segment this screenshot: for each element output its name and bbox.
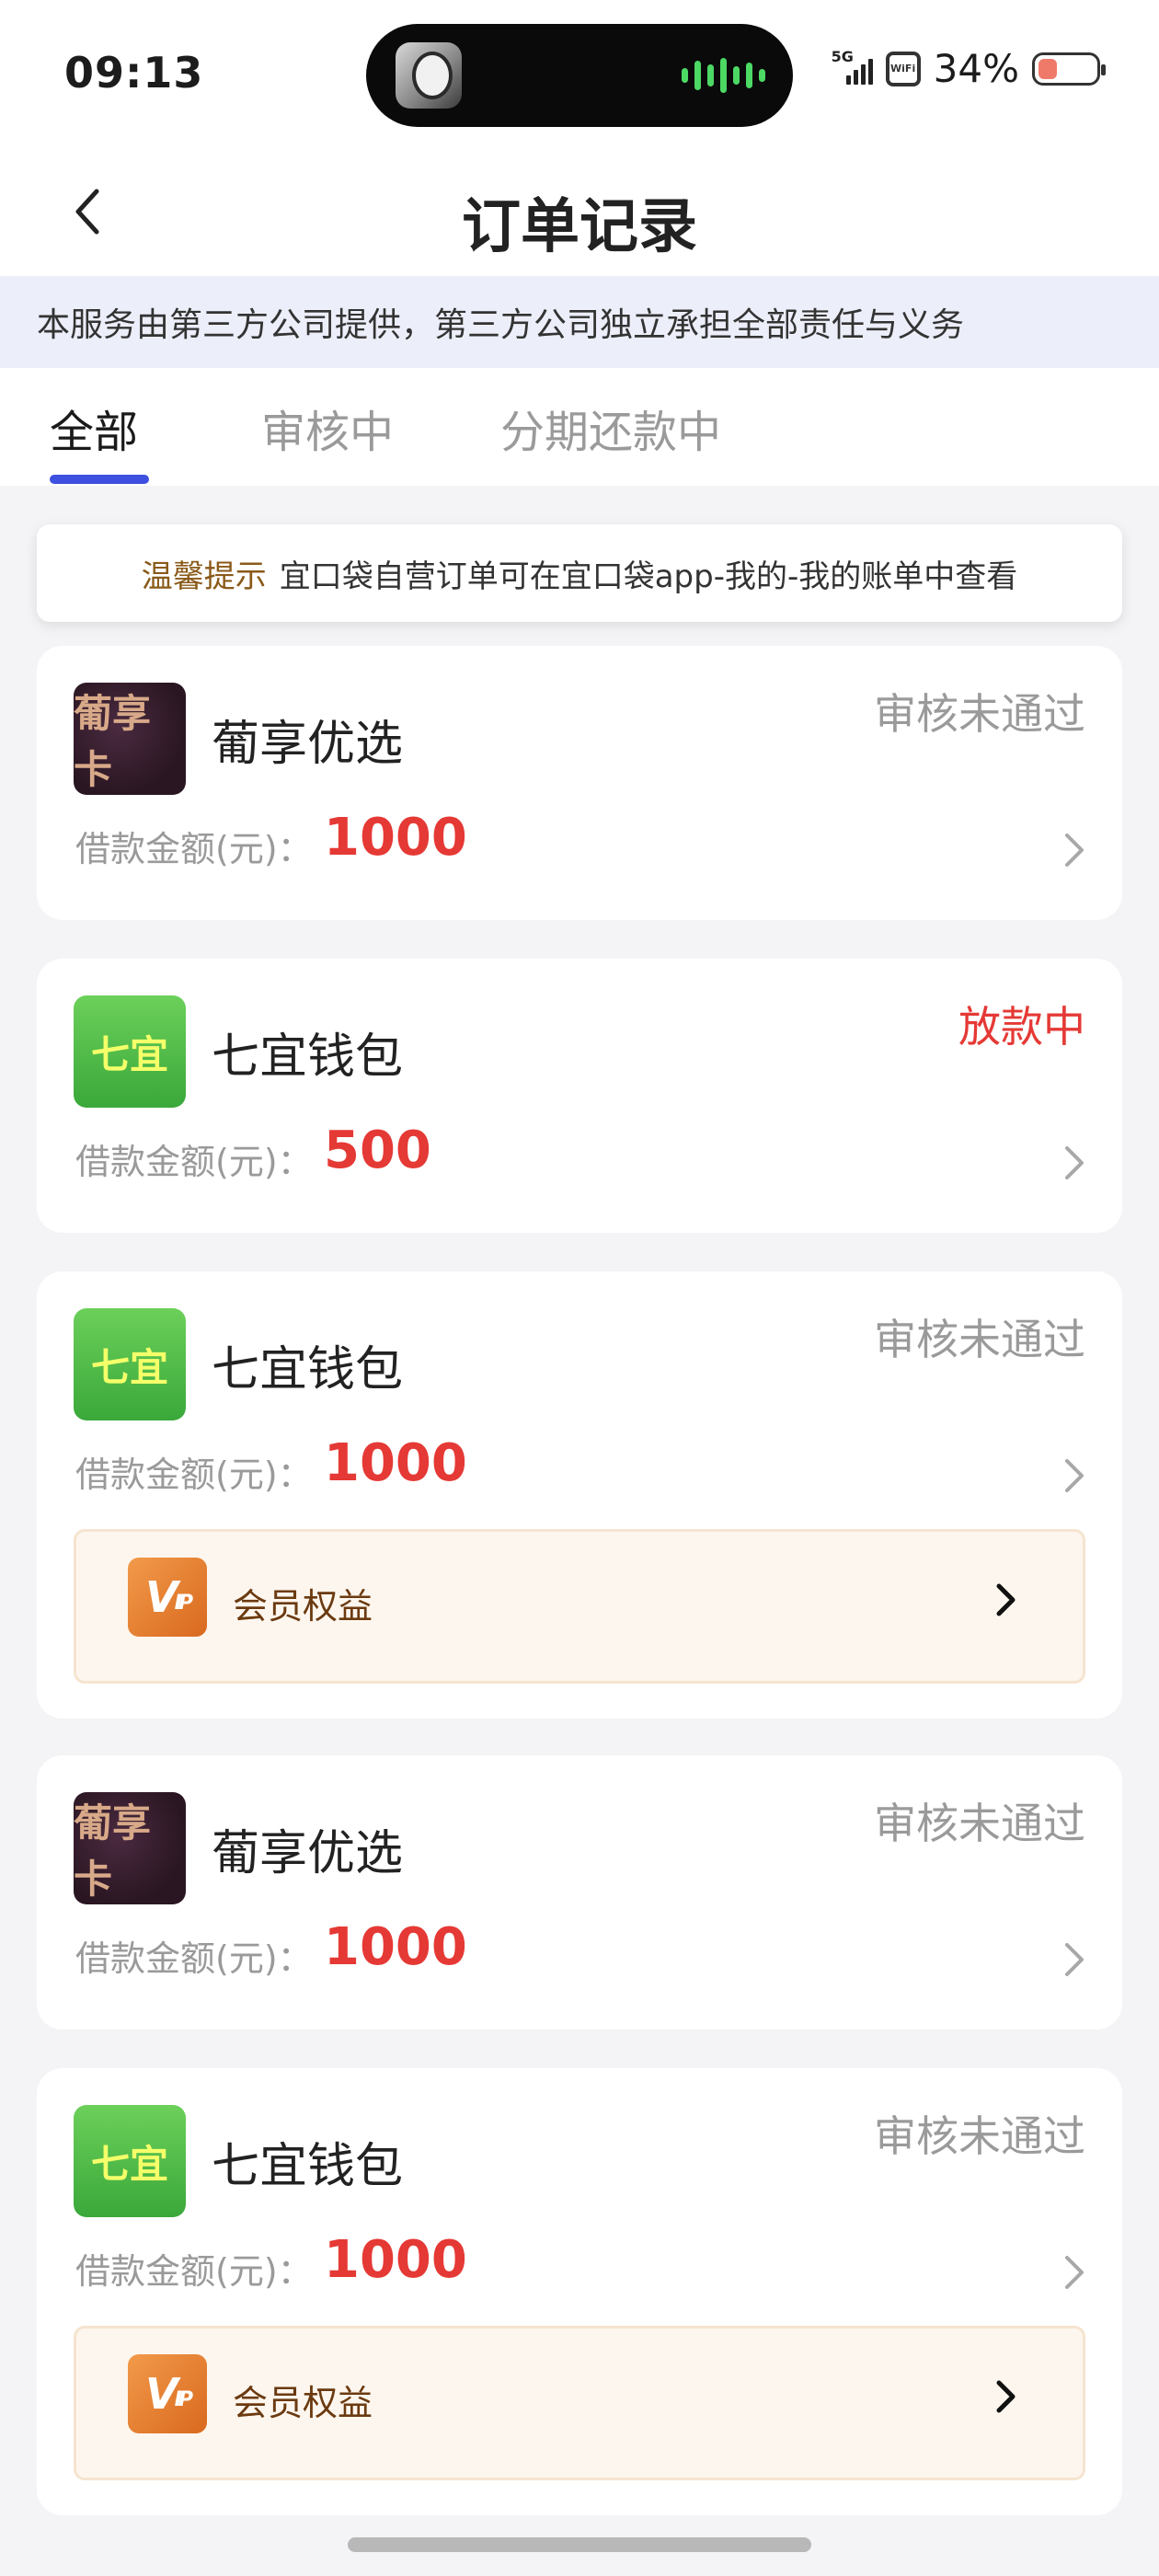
- third-party-notice: 本服务由第三方公司提供，第三方公司独立承担全部责任与义务: [0, 276, 1159, 368]
- qiyi-wallet-logo-icon: 七宜: [74, 1308, 186, 1420]
- nav-bar: 订单记录: [0, 152, 1159, 276]
- warm-tip: 温馨提示 宜口袋自营订单可在宜口袋app-我的-我的账单中查看: [37, 524, 1122, 622]
- home-indicator[interactable]: [348, 2537, 811, 2552]
- status-time: 09:13: [64, 48, 204, 98]
- order-status: 审核未通过: [874, 689, 1085, 739]
- order-status: 放款中: [958, 1002, 1085, 1052]
- amount-label: 借款金额(元)：: [75, 2251, 313, 2292]
- battery-percent: 34%: [933, 46, 1019, 91]
- chevron-right-icon: [993, 1581, 1018, 1618]
- order-card[interactable]: 葡享卡 葡享优选 审核未通过 借款金额(元)： 1000: [37, 1755, 1122, 2030]
- loan-amount: 500: [324, 1121, 431, 1180]
- member-benefits-label: 会员权益: [233, 1586, 373, 1627]
- order-card[interactable]: 葡享卡 葡享优选 审核未通过 借款金额(元)： 1000: [37, 646, 1122, 920]
- chevron-right-icon[interactable]: [1060, 1455, 1087, 1496]
- notice-text: 本服务由第三方公司提供，第三方公司独立承担全部责任与义务: [37, 306, 965, 344]
- loan-amount: 1000: [324, 2230, 467, 2290]
- order-card[interactable]: 七宜 七宜钱包 放款中 借款金额(元)： 500: [37, 959, 1122, 1233]
- tip-label: 温馨提示: [141, 558, 267, 595]
- loan-amount: 1000: [324, 1433, 467, 1493]
- chevron-right-icon[interactable]: [1060, 830, 1087, 870]
- order-product-name: 七宜钱包: [212, 1029, 404, 1085]
- order-product-name: 七宜钱包: [212, 1342, 404, 1397]
- qiyi-wallet-logo-icon: 七宜: [74, 995, 186, 1108]
- tab-installment-repaying[interactable]: 分期还款中: [500, 396, 721, 460]
- vip-icon: V IP: [128, 1558, 207, 1637]
- status-bar: 09:13 5G WiFi 34%: [0, 0, 1159, 152]
- order-product-name: 七宜钱包: [212, 2139, 404, 2194]
- order-status: 审核未通过: [874, 1799, 1085, 1848]
- puxiang-card-logo-icon: 葡享卡: [74, 1792, 186, 1904]
- battery-icon: [1032, 52, 1106, 86]
- tab-all[interactable]: 全部: [50, 396, 138, 460]
- chevron-right-icon: [993, 2378, 1018, 2415]
- loan-amount: 1000: [324, 1917, 467, 1977]
- order-card[interactable]: 七宜 七宜钱包 审核未通过 借款金额(元)： 1000 V IP 会员权益: [37, 1271, 1122, 1719]
- wifi-icon: WiFi: [885, 51, 921, 86]
- page-title: 订单记录: [462, 193, 697, 261]
- order-card[interactable]: 七宜 七宜钱包 审核未通过 借款金额(元)： 1000 V IP 会员权益: [37, 2068, 1122, 2515]
- battery-fill: [1039, 58, 1058, 79]
- member-benefits-button[interactable]: V IP 会员权益: [74, 1529, 1085, 1684]
- member-benefits-label: 会员权益: [233, 2383, 373, 2423]
- chevron-left-icon: [75, 189, 99, 235]
- member-benefits-button[interactable]: V IP 会员权益: [74, 2326, 1085, 2480]
- status-icons: 5G WiFi 34%: [832, 46, 1106, 91]
- qiyi-wallet-logo-icon: 七宜: [74, 2105, 186, 2217]
- audio-wave-icon: [682, 57, 765, 94]
- order-tabs: 全部 审核中 分期还款中: [0, 368, 1159, 486]
- loan-amount: 1000: [324, 808, 467, 868]
- tab-reviewing[interactable]: 审核中: [261, 396, 394, 460]
- amount-label: 借款金额(元)：: [75, 1938, 313, 1979]
- tip-text: 宜口袋自营订单可在宜口袋app-我的-我的账单中查看: [279, 558, 1018, 595]
- vip-icon: V IP: [128, 2354, 207, 2433]
- amount-label: 借款金额(元)：: [75, 1142, 313, 1182]
- puxiang-card-logo-icon: 葡享卡: [74, 683, 186, 795]
- order-product-name: 葡享优选: [212, 717, 404, 772]
- amount-label: 借款金额(元)：: [75, 829, 313, 869]
- amount-label: 借款金额(元)：: [75, 1455, 313, 1495]
- network-type: 5G: [831, 47, 854, 65]
- island-avatar: [396, 42, 462, 109]
- order-product-name: 葡享优选: [212, 1826, 404, 1881]
- chevron-right-icon[interactable]: [1060, 2252, 1087, 2293]
- back-button[interactable]: [55, 179, 120, 244]
- chevron-right-icon[interactable]: [1060, 1939, 1087, 1980]
- order-status: 审核未通过: [874, 1315, 1085, 1364]
- active-tab-indicator: [50, 475, 149, 484]
- dynamic-island: [366, 24, 793, 127]
- chevron-right-icon[interactable]: [1060, 1143, 1087, 1183]
- order-status: 审核未通过: [874, 2111, 1085, 2161]
- cellular-signal-icon: 5G: [832, 48, 873, 85]
